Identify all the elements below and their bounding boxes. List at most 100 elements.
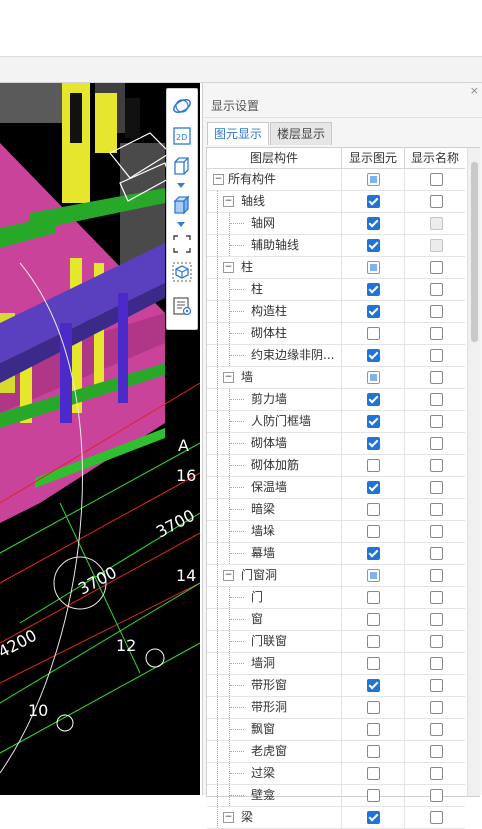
show-name-checkbox[interactable] (430, 261, 443, 274)
show-name-checkbox[interactable] (430, 327, 443, 340)
show-element-checkbox[interactable] (367, 657, 380, 670)
tree-row[interactable]: 剪力墙 (207, 389, 465, 411)
tree-row[interactable]: 壁龛 (207, 785, 465, 807)
tree-collapse-toggle-icon[interactable]: − (223, 812, 234, 823)
show-name-checkbox[interactable] (430, 613, 443, 626)
show-name-checkbox[interactable] (430, 371, 443, 384)
show-element-checkbox[interactable] (367, 283, 380, 296)
show-element-checkbox[interactable] (367, 415, 380, 428)
view-dropdown-caret-icon[interactable] (177, 183, 185, 188)
show-element-checkbox[interactable] (367, 679, 380, 692)
tree-row[interactable]: 带形洞 (207, 697, 465, 719)
tree-row[interactable]: 带形窗 (207, 675, 465, 697)
tree-row[interactable]: 保温墙 (207, 477, 465, 499)
show-element-checkbox[interactable] (367, 811, 380, 824)
show-element-checkbox[interactable] (367, 503, 380, 516)
show-element-checkbox[interactable] (367, 371, 380, 384)
tree-row[interactable]: 墙洞 (207, 653, 465, 675)
show-name-checkbox[interactable] (430, 767, 443, 780)
tree-row[interactable]: 门联窗 (207, 631, 465, 653)
show-name-checkbox[interactable] (430, 283, 443, 296)
tab-floor-display[interactable]: 楼层显示 (270, 122, 333, 145)
tree-row[interactable]: − 门窗洞 (207, 565, 465, 587)
tree-row[interactable]: 窗 (207, 609, 465, 631)
tree-row[interactable]: 辅助轴线 (207, 235, 465, 257)
show-element-checkbox[interactable] (367, 547, 380, 560)
tree-row[interactable]: 砌体柱 (207, 323, 465, 345)
tree-row[interactable]: 暗梁 (207, 499, 465, 521)
tree-row[interactable]: 门 (207, 587, 465, 609)
view-2d-icon[interactable]: 2D (169, 123, 195, 149)
tree-collapse-toggle-icon[interactable]: − (223, 372, 234, 383)
solid-dropdown-caret-icon[interactable] (177, 222, 185, 227)
show-name-checkbox[interactable] (430, 503, 443, 516)
show-element-checkbox[interactable] (367, 305, 380, 318)
show-element-checkbox[interactable] (367, 173, 380, 186)
show-element-checkbox[interactable] (367, 195, 380, 208)
region-select-icon[interactable] (169, 231, 195, 257)
show-name-checkbox[interactable] (430, 305, 443, 318)
tree-collapse-toggle-icon[interactable]: − (223, 196, 234, 207)
show-name-checkbox[interactable] (430, 635, 443, 648)
show-element-checkbox[interactable] (367, 613, 380, 626)
show-element-checkbox[interactable] (367, 327, 380, 340)
show-name-checkbox[interactable] (430, 591, 443, 604)
show-name-checkbox[interactable] (430, 811, 443, 824)
scrollbar-thumb[interactable] (471, 162, 478, 342)
show-name-checkbox[interactable] (430, 525, 443, 538)
show-element-checkbox[interactable] (367, 393, 380, 406)
show-name-checkbox[interactable] (430, 701, 443, 714)
tree-collapse-toggle-icon[interactable]: − (223, 570, 234, 581)
orbit-icon[interactable] (169, 93, 195, 119)
show-name-checkbox[interactable] (430, 481, 443, 494)
show-name-checkbox[interactable] (430, 569, 443, 582)
show-name-checkbox[interactable] (430, 195, 443, 208)
tree-row[interactable]: 墙垛 (207, 521, 465, 543)
tree-row[interactable]: − 轴线 (207, 191, 465, 213)
tree-row[interactable]: 砌体墙 (207, 433, 465, 455)
show-name-checkbox[interactable] (430, 745, 443, 758)
tree-row[interactable]: 飘窗 (207, 719, 465, 741)
show-name-checkbox[interactable] (430, 459, 443, 472)
show-name-checkbox[interactable] (430, 657, 443, 670)
show-element-checkbox[interactable] (367, 635, 380, 648)
tree-row[interactable]: 砌体加筋 (207, 455, 465, 477)
tree-row[interactable]: 人防门框墙 (207, 411, 465, 433)
show-element-checkbox[interactable] (367, 569, 380, 582)
show-name-checkbox[interactable] (430, 547, 443, 560)
show-element-checkbox[interactable] (367, 459, 380, 472)
show-element-checkbox[interactable] (367, 239, 380, 252)
tree-row[interactable]: 约束边缘非阴... (207, 345, 465, 367)
show-name-checkbox[interactable] (430, 679, 443, 692)
tree-row[interactable]: − 墙 (207, 367, 465, 389)
show-element-checkbox[interactable] (367, 767, 380, 780)
tree-row[interactable]: 柱 (207, 279, 465, 301)
show-name-checkbox[interactable] (430, 437, 443, 450)
show-element-checkbox[interactable] (367, 349, 380, 362)
show-name-checkbox[interactable] (430, 173, 443, 186)
tree-collapse-toggle-icon[interactable]: − (213, 174, 224, 185)
tree-row[interactable]: 过梁 (207, 763, 465, 785)
panel-close-button[interactable]: × (470, 84, 479, 97)
tree-row[interactable]: − 所有构件 (207, 169, 465, 191)
tree-row[interactable]: − 柱 (207, 257, 465, 279)
show-element-checkbox[interactable] (367, 701, 380, 714)
solid-cube-icon[interactable] (169, 192, 195, 218)
tree-row[interactable]: − 梁 (207, 807, 465, 829)
show-element-checkbox[interactable] (367, 481, 380, 494)
view-3d-cube-icon[interactable] (169, 153, 195, 179)
show-element-checkbox[interactable] (367, 745, 380, 758)
tree-row[interactable]: 幕墙 (207, 543, 465, 565)
tab-element-display[interactable]: 图元显示 (207, 122, 270, 145)
show-element-checkbox[interactable] (367, 591, 380, 604)
layer-toggle-icon[interactable] (169, 259, 195, 285)
tree-row[interactable]: 轴网 (207, 213, 465, 235)
display-settings-icon[interactable] (169, 293, 195, 319)
tree-collapse-toggle-icon[interactable]: − (223, 262, 234, 273)
show-element-checkbox[interactable] (367, 217, 380, 230)
show-name-checkbox[interactable] (430, 723, 443, 736)
show-element-checkbox[interactable] (367, 525, 380, 538)
show-element-checkbox[interactable] (367, 261, 380, 274)
show-element-checkbox[interactable] (367, 723, 380, 736)
show-name-checkbox[interactable] (430, 393, 443, 406)
